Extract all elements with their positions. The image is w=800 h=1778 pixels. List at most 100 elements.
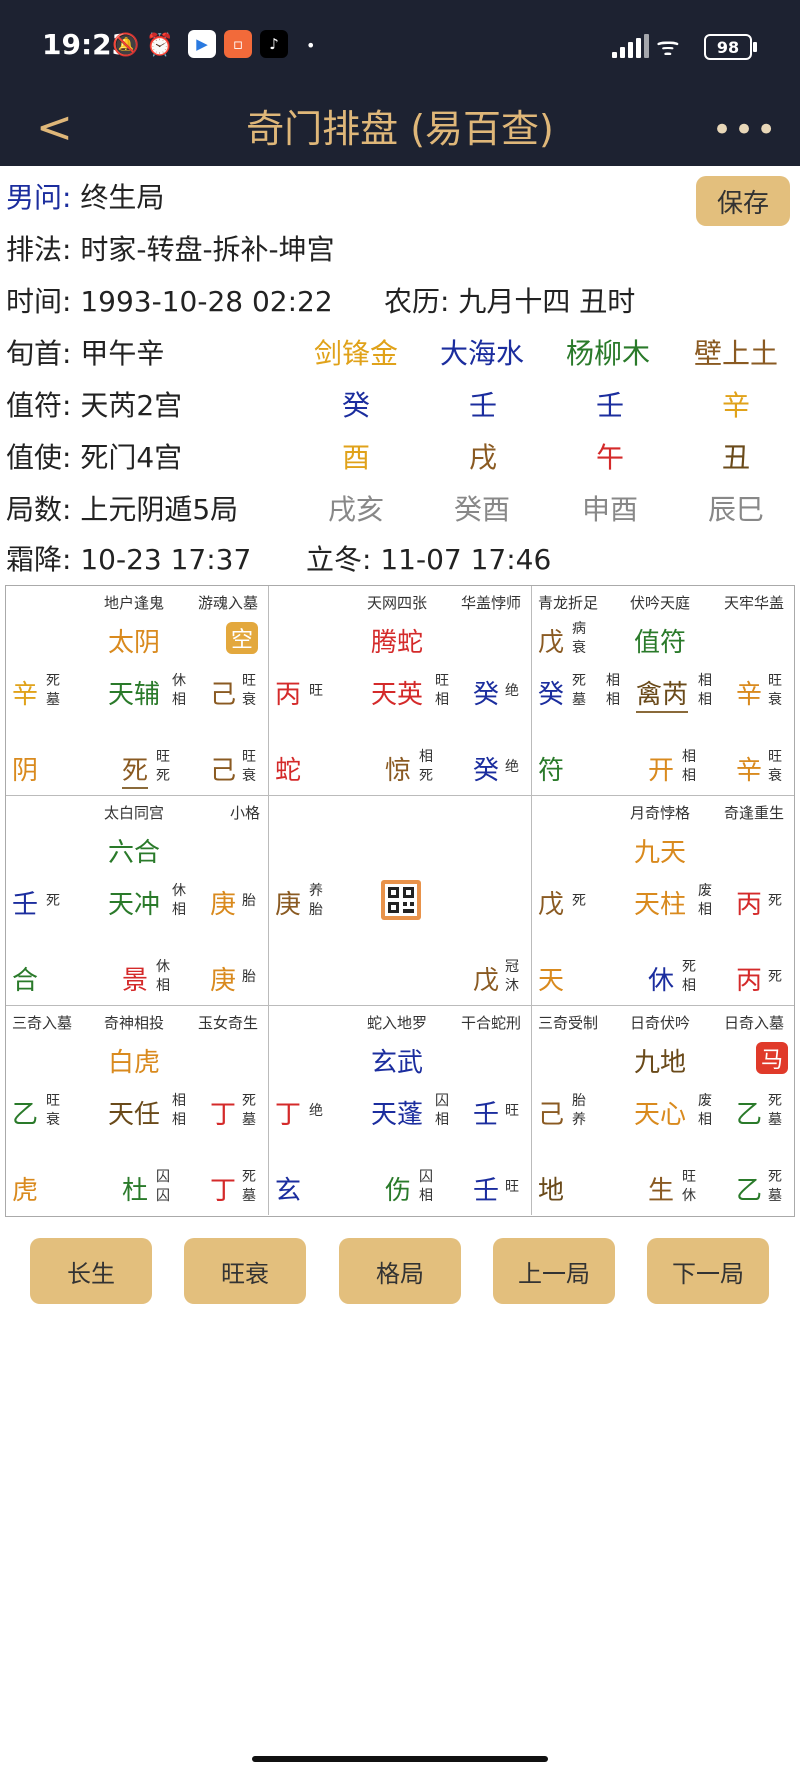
palace-right-stem: 辛 [736,680,763,710]
xunshou-row: 旬首: 甲午辛 [6,332,164,376]
palace-left-stem: 丙 [275,680,302,710]
palace-god-short: 蛇 [275,756,302,786]
method-value: 时家-转盘-拆补-坤宫 [80,233,335,266]
battery-level: 98 [716,37,740,57]
gender-row: 男问: 终生局 [6,176,164,220]
palace-door-state: 相相 [682,748,700,786]
palace-door-state: 旺死 [156,748,174,786]
palace-door-state: 旺休 [682,1168,700,1206]
palace-right-stem: 乙 [736,1100,763,1130]
palace-star-state: 废相 [698,1092,716,1130]
palace-god-short: 合 [12,966,39,996]
state-text: 冠 [505,959,519,975]
pillar-3-kong: 申酉 [582,493,639,526]
palace-door-state: 囚囚 [156,1168,174,1206]
palace-star: 天英 [371,680,424,710]
palace-middle-right: 月奇悖格 奇逢重生 九天 戊 死 天柱 废相 丙 死 天 休 死相 丙 死 [532,796,794,1006]
palace-god: 太阴 [108,628,161,658]
geju-button[interactable]: 格局 [339,1238,461,1304]
palace-bottom-middle: 蛇入地罗 干合蛇刑 玄武 丁 绝 天蓬 囚相 壬 旺 玄 伤 囚相 壬 旺 [269,1006,532,1215]
palace-note: 华盖悖师 [461,594,522,612]
state-text: 废 [698,883,712,899]
state-text: 旺 [242,673,256,689]
state-text: 死 [768,969,782,985]
palace-bottom-stem-state: 冠沐 [505,958,523,996]
palace-right-stem: 丙 [736,890,763,920]
state-text: 相 [419,749,433,765]
state-text: 衰 [768,768,782,784]
changsheng-button[interactable]: 长生 [30,1238,152,1304]
state-text: 相 [606,692,620,708]
palace-star-state: 旺相 [435,672,453,710]
state-text: 休 [682,1188,696,1204]
state-text: 死 [46,673,60,689]
state-text: 胎 [309,902,323,918]
qr-code-icon[interactable] [381,880,421,920]
palace-god: 九地 [634,1048,687,1078]
state-text: 休 [172,883,186,899]
state-text: 旺 [46,1093,60,1109]
jushu-label: 局数: [6,493,72,526]
palace-star: 天任 [108,1100,161,1130]
palace-bottom-left: 三奇入墓 奇神相投 玉女奇生 白虎 乙 旺衰 天任 相相 丁 死墓 虎 杜 囚囚… [6,1006,269,1215]
palace-right-stem: 癸 [473,680,500,710]
next-ju-button[interactable]: 下一局 [647,1238,769,1304]
palace-left-stem: 庚 [275,890,302,920]
palace-left-extra-state: 相相 [606,672,624,710]
palace-top-middle: 天网四张 华盖悖师 腾蛇 丙 旺 天英 旺相 癸 绝 蛇 惊 相死 癸 绝 [269,586,532,796]
state-text: 衰 [46,1112,60,1128]
page-title: 奇门排盘 (易百查) [246,107,554,151]
more-menu-button[interactable]: ••• [712,110,778,150]
palace-right-stem-state: 旺衰 [242,672,260,710]
term1-value: 10-23 17:37 [80,543,252,576]
save-button[interactable]: 保存 [696,176,790,226]
palace-star-state: 休相 [172,882,190,920]
palace-god-short: 地 [538,1176,565,1206]
method-label: 排法: [6,233,72,266]
palace-note: 三奇入墓 [12,1014,73,1032]
state-text: 囚 [419,1169,433,1185]
state-text: 死 [46,893,60,909]
palace-left-stem-state: 绝 [309,1102,327,1121]
palace-star-state: 相相 [698,672,716,710]
state-text: 囚 [435,1093,449,1109]
state-text: 相 [698,673,712,689]
palace-right-stem-state: 旺 [505,1102,523,1121]
state-text: 死 [242,1093,256,1109]
palace-bottom-stem-state: 死墓 [768,1168,786,1206]
palace-door: 开 [648,756,675,786]
palace-door: 惊 [385,756,412,786]
state-text: 衰 [242,692,256,708]
term2-value: 11-07 17:46 [380,543,552,576]
wangshuai-button[interactable]: 旺衰 [184,1238,306,1304]
state-text: 绝 [505,683,519,699]
state-text: 相 [698,1112,712,1128]
palace-right-stem-state: 旺衰 [768,672,786,710]
state-text: 死 [419,768,433,784]
palace-right-stem-state: 死 [768,892,786,911]
palace-note: 三奇受制 [538,1014,599,1032]
palace-door: 生 [648,1176,675,1206]
state-text: 墓 [572,692,586,708]
state-text: 衰 [768,692,782,708]
state-text: 相 [682,749,696,765]
jushu-row: 局数: 上元阴遁5局 [6,488,238,532]
home-indicator[interactable] [252,1756,548,1762]
palace-left-stem: 己 [538,1100,565,1130]
palace-note: 天网四张 [367,594,428,612]
mi-app-icon: ▫ [224,30,252,58]
zhifu-label: 值符: [6,389,72,422]
state-text: 养 [309,883,323,899]
more-notifications-icon: • [306,35,316,55]
state-text: 休 [156,959,170,975]
alarm-icon: ⏰ [146,32,174,58]
palace-center: 庚 养胎 戊 冠沐 [269,796,532,1006]
bell-off-icon: 🔕 [112,32,140,58]
state-text: 旺 [309,683,323,699]
palace-note: 日奇伏吟 [630,1014,691,1032]
xunshou-value: 甲午辛 [80,337,165,370]
state-text: 绝 [505,759,519,775]
previous-ju-button[interactable]: 上一局 [493,1238,615,1304]
palace-left-stem-state: 死墓 [572,672,590,710]
palace-top-stem-state: 病衰 [572,620,590,658]
